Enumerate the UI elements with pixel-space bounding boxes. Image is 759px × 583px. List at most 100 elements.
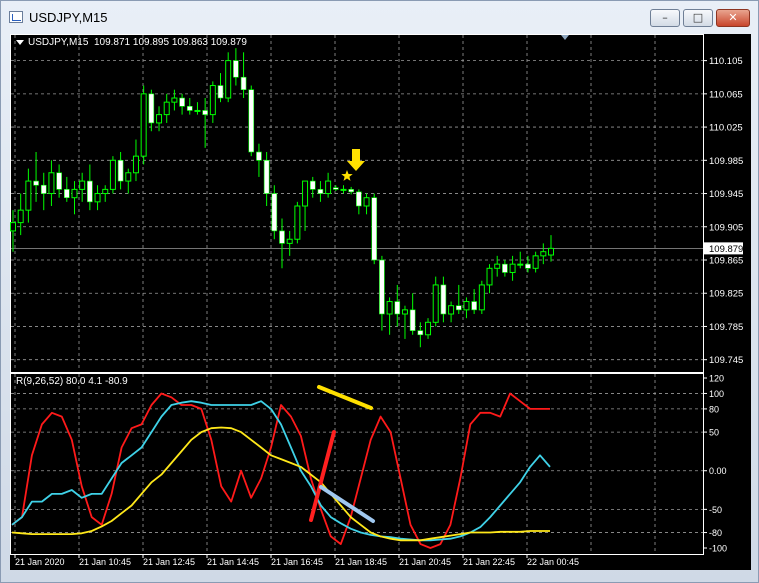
candle-body-bull bbox=[325, 180, 332, 195]
candle-body-bull bbox=[79, 180, 86, 190]
candle-body-bull bbox=[463, 301, 470, 311]
candle-body-bear bbox=[455, 305, 462, 311]
candle-body-bull bbox=[401, 309, 408, 315]
time-tick-label: 21 Jan 22:45 bbox=[463, 557, 515, 567]
candle-body-bear bbox=[502, 263, 508, 273]
candle-body-bull bbox=[171, 97, 178, 103]
chart-canvas[interactable]: 110.105 110.065 110.025 109.985 109.945 109.9… bbox=[10, 34, 751, 570]
candle-body-bull bbox=[71, 188, 78, 199]
candle-body-bull bbox=[132, 155, 139, 174]
candle-body-bear bbox=[87, 180, 93, 203]
candle-body-bull bbox=[532, 255, 539, 269]
time-tick-label: 21 Jan 10:45 bbox=[79, 557, 131, 567]
price-tick-label: 109.905 bbox=[709, 222, 743, 233]
shift-marker-icon bbox=[561, 35, 569, 40]
candle-body-bull bbox=[48, 172, 55, 195]
chart-window-icon bbox=[9, 11, 23, 23]
price-header: USDJPY,M15 109.871 109.895 109.863 109.8… bbox=[16, 37, 247, 48]
indicator-tick-label: 100 bbox=[709, 389, 724, 399]
candle-body-bear bbox=[186, 106, 193, 111]
candle-body-bull bbox=[294, 205, 301, 240]
time-tick-label: 21 Jan 2020 bbox=[15, 557, 65, 567]
time-tick-label: 21 Jan 16:45 bbox=[271, 557, 323, 567]
candle-body-bear bbox=[379, 259, 385, 315]
candle-body-bear bbox=[309, 180, 316, 190]
time-tick-label: 21 Jan 18:45 bbox=[335, 557, 387, 567]
candle-body-bull bbox=[225, 60, 232, 99]
title-bar[interactable]: USDJPY,M15 – □ ✕ bbox=[1, 1, 758, 33]
indicator-tick-label: 80 bbox=[709, 404, 719, 414]
candle-body-bull bbox=[10, 222, 16, 232]
price-tick-label: 109.865 bbox=[709, 256, 743, 267]
candle-body-bear bbox=[40, 184, 47, 194]
candle-body-bear bbox=[525, 263, 531, 269]
candle-body-bear bbox=[471, 301, 477, 311]
candle-body-bull bbox=[140, 93, 147, 157]
candle-body-bull bbox=[25, 180, 32, 211]
yellow-trendline bbox=[317, 385, 373, 410]
candle-body-bull bbox=[494, 263, 501, 269]
candle-body-bull bbox=[209, 85, 216, 116]
candle-body-bull bbox=[17, 209, 24, 224]
current-price-label: 109.879 bbox=[709, 244, 743, 255]
time-tick-label: 22 Jan 00:45 bbox=[527, 557, 579, 567]
ohlc-label: 109.871 109.895 109.863 109.879 bbox=[93, 37, 247, 48]
indicator-tick-label: 120 bbox=[709, 374, 724, 384]
candle-body-bull bbox=[517, 263, 524, 266]
candle-body-bear bbox=[148, 93, 155, 124]
candle-body-bull bbox=[363, 197, 370, 207]
candle-body-bear bbox=[256, 151, 262, 161]
price-tick-label: 109.745 bbox=[709, 355, 743, 366]
collapse-triangle-icon[interactable] bbox=[16, 39, 24, 45]
candle-body-bull bbox=[286, 238, 293, 244]
candle-body-bear bbox=[63, 189, 70, 198]
indicator-tick-label: 50 bbox=[709, 428, 719, 438]
close-button[interactable]: ✕ bbox=[716, 9, 750, 27]
candle-body-bear bbox=[179, 97, 185, 107]
indicator-tick-label: -50 bbox=[709, 505, 722, 515]
chart-window: USDJPY,M15 – □ ✕ 110.105 110.065 110.025 10… bbox=[0, 0, 759, 583]
candle-body-bear bbox=[417, 330, 424, 336]
candle-body-bull bbox=[448, 305, 455, 315]
chart-area[interactable]: 110.105 110.065 110.025 109.985 109.945 109.9… bbox=[10, 34, 751, 570]
minimize-button[interactable]: – bbox=[650, 9, 680, 27]
candle-body-bull bbox=[340, 188, 347, 191]
time-tick-label: 21 Jan 12:45 bbox=[143, 557, 195, 567]
candle-body-bull bbox=[302, 180, 309, 207]
candle-body-bear bbox=[271, 193, 278, 232]
candle-body-bull bbox=[432, 284, 439, 323]
candle-body-bear bbox=[332, 187, 339, 190]
candle-body-bull bbox=[478, 284, 485, 311]
candle-body-bull bbox=[109, 159, 116, 190]
candle-body-bear bbox=[240, 76, 247, 90]
indicator-tick-label: -100 bbox=[709, 544, 727, 554]
candle-body-bear bbox=[117, 160, 124, 182]
candle-body-bull bbox=[509, 263, 516, 273]
candle-body-bear bbox=[233, 60, 239, 78]
price-tick-label: 109.825 bbox=[709, 289, 743, 300]
candle-body-bull bbox=[548, 247, 554, 256]
price-tick-label: 110.105 bbox=[709, 56, 743, 67]
candle-body-bull bbox=[125, 172, 132, 182]
price-tick-label: 110.025 bbox=[709, 123, 743, 134]
candle-body-bull bbox=[102, 188, 109, 195]
indicator-tick-label: 0.00 bbox=[709, 466, 727, 476]
candle-body-bear bbox=[348, 189, 354, 193]
indicator-header: R(9,26,52) 80.0 4.1 -80.9 bbox=[16, 376, 128, 387]
symbol-label: USDJPY,M15 bbox=[28, 37, 89, 48]
candle-body-bear bbox=[279, 230, 285, 244]
yellow-line-series bbox=[11, 426, 550, 542]
maximize-button[interactable]: □ bbox=[683, 9, 713, 27]
indicator-tick-label: -80 bbox=[709, 528, 722, 538]
price-tick-label: 109.945 bbox=[709, 189, 743, 200]
status-bar bbox=[10, 570, 751, 582]
price-tick-label: 110.065 bbox=[709, 89, 743, 100]
candle-body-bull bbox=[386, 301, 393, 315]
candle-body-bull bbox=[425, 321, 432, 336]
candle-body-bear bbox=[33, 180, 39, 186]
time-tick-label: 21 Jan 14:45 bbox=[207, 557, 259, 567]
candle-body-bear bbox=[371, 197, 378, 261]
window-title: USDJPY,M15 bbox=[29, 10, 108, 25]
candle-body-bear bbox=[202, 110, 208, 115]
candle-body-bear bbox=[217, 85, 224, 99]
